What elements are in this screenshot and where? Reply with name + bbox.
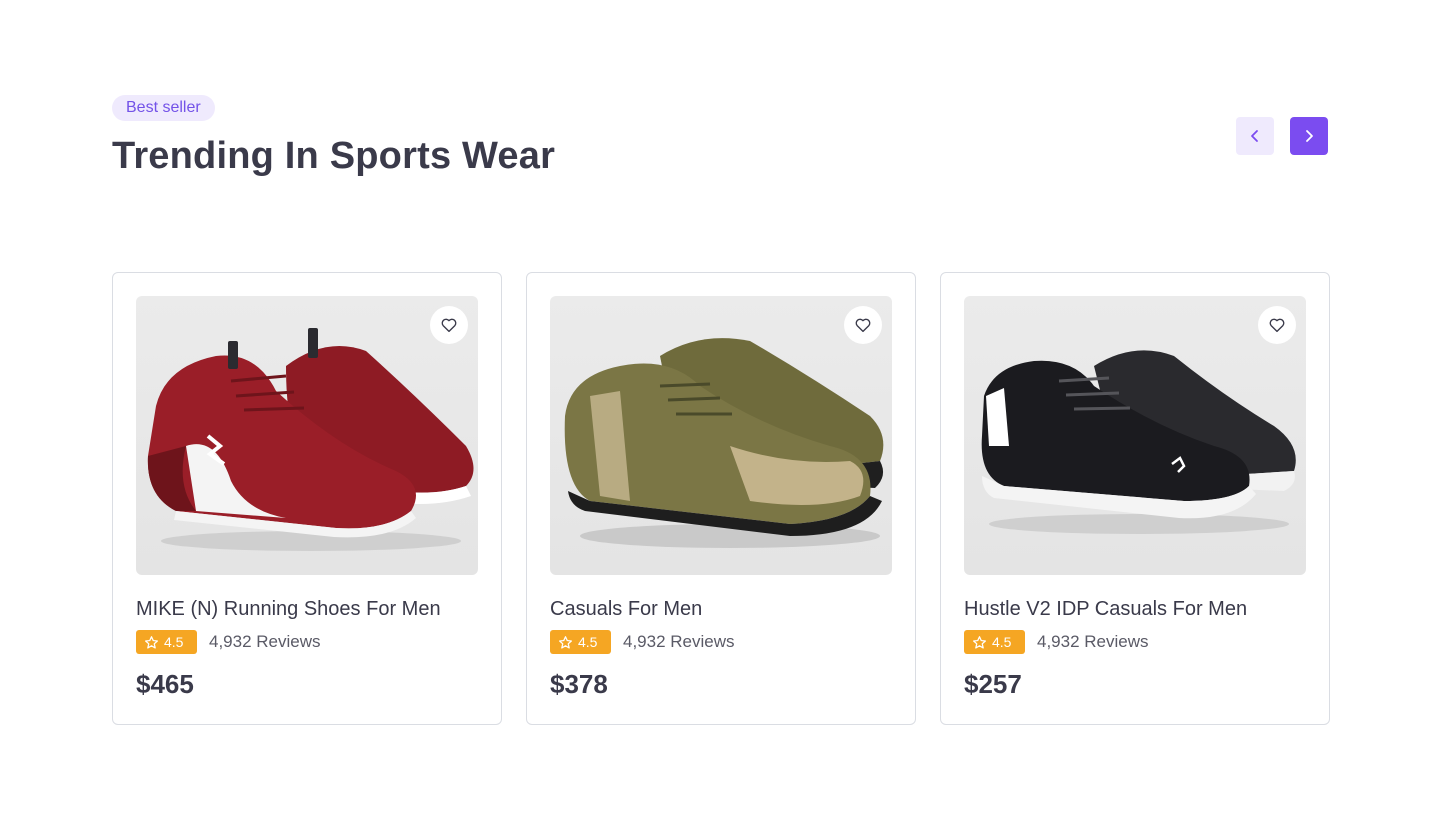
heart-icon — [855, 318, 871, 333]
carousel-prev-button[interactable] — [1236, 117, 1274, 155]
star-icon — [145, 635, 158, 649]
favorite-button[interactable] — [1258, 306, 1296, 344]
product-name[interactable]: Hustle V2 IDP Casuals For Men — [964, 596, 1306, 622]
product-price: $465 — [136, 669, 194, 699]
chevron-left-icon — [1251, 130, 1258, 142]
shoe-image-red-running — [147, 328, 474, 551]
section-title: Trending In Sports Wear — [112, 135, 556, 177]
rating-badge: 4.5 — [136, 630, 197, 654]
star-icon — [973, 635, 986, 649]
favorite-button[interactable] — [430, 306, 468, 344]
product-price: $378 — [550, 669, 608, 699]
product-carousel: MIKE (N) Running Shoes For Men 4.5 4,932… — [112, 272, 1330, 725]
review-count: 4,932 Reviews — [623, 632, 735, 651]
product-name[interactable]: MIKE (N) Running Shoes For Men — [136, 596, 478, 622]
carousel-next-button[interactable] — [1290, 117, 1328, 155]
rating-value: 4.5 — [164, 634, 184, 650]
rating-row: 4.5 4,932 Reviews — [964, 630, 1306, 654]
product-image[interactable] — [550, 296, 892, 575]
favorite-button[interactable] — [844, 306, 882, 344]
product-image[interactable] — [136, 296, 478, 575]
rating-row: 4.5 4,932 Reviews — [550, 630, 892, 654]
rating-badge: 4.5 — [964, 630, 1025, 654]
shoe-image-olive-casual — [564, 338, 884, 548]
product-price: $257 — [964, 669, 1022, 699]
rating-value: 4.5 — [992, 634, 1012, 650]
product-card[interactable]: Hustle V2 IDP Casuals For Men 4.5 4,932 … — [940, 272, 1330, 725]
rating-row: 4.5 4,932 Reviews — [136, 630, 478, 654]
rating-badge: 4.5 — [550, 630, 611, 654]
product-image[interactable] — [964, 296, 1306, 575]
rating-value: 4.5 — [578, 634, 598, 650]
product-card[interactable]: MIKE (N) Running Shoes For Men 4.5 4,932… — [112, 272, 502, 725]
trending-section: Best seller Trending In Sports Wear MIKE… — [0, 0, 1441, 821]
heart-icon — [441, 318, 457, 333]
chevron-right-icon — [1306, 130, 1313, 142]
product-card[interactable]: Casuals For Men 4.5 4,932 Reviews $378 — [526, 272, 916, 725]
best-seller-badge: Best seller — [112, 95, 215, 121]
review-count: 4,932 Reviews — [1037, 632, 1149, 651]
product-name[interactable]: Casuals For Men — [550, 596, 892, 622]
star-icon — [559, 635, 572, 649]
heart-icon — [1269, 318, 1285, 333]
review-count: 4,932 Reviews — [209, 632, 321, 651]
shoe-image-black-casual — [981, 350, 1296, 534]
